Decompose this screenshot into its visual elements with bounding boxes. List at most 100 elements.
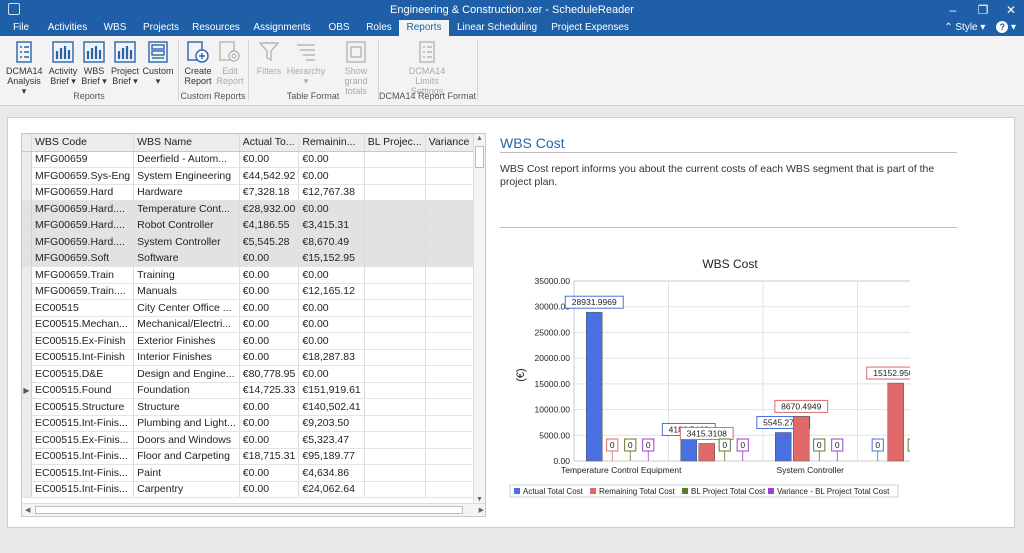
row-selector[interactable] (22, 332, 32, 350)
vertical-scrollbar[interactable]: ▲ ▼ (473, 134, 485, 504)
row-selector[interactable] (22, 266, 32, 284)
table-row[interactable]: MFG00659.Train.... Manuals €0.00 €12,165.12 (22, 283, 485, 300)
menu-tab-roles[interactable]: Roles (359, 20, 399, 36)
horizontal-scrollbar[interactable]: ◀ ▶ (22, 503, 485, 516)
table-row[interactable]: EC00515.Int-Finish Interior Finishes €0.00… (22, 349, 485, 366)
row-selector[interactable] (22, 167, 32, 185)
table-row[interactable]: MFG00659 Deerfield - Autom... €0.00 €0.00 (22, 151, 485, 168)
menu-tab-activities[interactable]: Activities (40, 20, 95, 36)
table-cell: €8,670.49 (298, 233, 365, 251)
table-row[interactable]: MFG00659.Hard.... Robot Controller €4,186.… (22, 217, 485, 234)
close-icon[interactable]: ✕ (998, 2, 1024, 18)
row-selector[interactable] (22, 398, 32, 416)
table-cell: €15,152.95 (298, 250, 365, 267)
table-row[interactable]: MFG00659.Train Training €0.00 €0.00 (22, 266, 485, 284)
table-cell: €0.00 (239, 151, 300, 168)
menu-tab-projects[interactable]: Projects (135, 20, 187, 36)
table-row[interactable]: MFG00659.Sys-Eng System Engineering €44,54… (22, 167, 485, 185)
row-selector[interactable] (22, 349, 32, 366)
ribbon-button-hierarchy[interactable]: Hierarchy ▾ (284, 40, 328, 86)
column-header[interactable]: Actual To... (239, 134, 300, 152)
row-selector[interactable] (22, 233, 32, 251)
style-menu[interactable]: ⌃ Style ▾ ? ▾ (944, 21, 1016, 33)
ribbon-button-dcma14-limits-settings[interactable]: DCMA14 Limits Settings (398, 40, 456, 96)
table-cell (364, 332, 426, 350)
table-row[interactable]: ▶ EC00515.Found Foundation €14,725.33 €151,9… (22, 382, 485, 399)
menu-tab-project-expenses[interactable]: Project Expenses (545, 20, 635, 36)
scroll-left-icon[interactable]: ◀ (25, 506, 30, 514)
menu-tab-linear-scheduling[interactable]: Linear Scheduling (449, 20, 545, 36)
menu-tab-resources[interactable]: Resources (187, 20, 245, 36)
ribbon-button-activity-brief[interactable]: Activity Brief ▾ (48, 40, 78, 86)
row-selector[interactable] (22, 250, 32, 267)
minimize-icon[interactable]: – (940, 2, 966, 18)
table-cell: €28,932.00 (239, 200, 300, 218)
horizontal-scroll-thumb[interactable] (35, 506, 463, 514)
menu-tab-file[interactable]: File (2, 20, 40, 36)
menu-tab-obs[interactable]: OBS (319, 20, 359, 36)
ribbon-button-dcma14-analysis[interactable]: DCMA14 Analysis ▾ (6, 40, 43, 96)
ribbon-button-wbs-brief[interactable]: WBS Brief ▾ (80, 40, 108, 86)
row-selector[interactable] (22, 316, 32, 333)
scroll-right-icon[interactable]: ▶ (479, 506, 484, 514)
table-cell: Temperature Cont... (133, 200, 240, 218)
table-row[interactable]: EC00515.Int-Finis... Floor and Carpeting €… (22, 448, 485, 465)
ribbon-options-icon[interactable]: ▾ (1011, 22, 1016, 33)
menu-tab-assignments[interactable]: Assignments (245, 20, 319, 36)
column-header[interactable]: BL Projec... (364, 134, 426, 152)
table-row[interactable]: MFG00659.Soft Software €0.00 €15,152.95 (22, 250, 485, 267)
table-row[interactable]: EC00515.Int-Finis... Paint €0.00 €4,634.86 (22, 464, 485, 482)
maximize-icon[interactable]: ❐ (970, 2, 996, 18)
current-row-indicator-icon[interactable]: ▶ (22, 382, 32, 399)
bar-chart-icon (83, 41, 105, 63)
row-selector[interactable] (22, 365, 32, 383)
ribbon-button-label: ▾ (155, 76, 161, 86)
row-selector[interactable] (22, 151, 32, 168)
table-cell (364, 464, 426, 482)
table-row[interactable]: MFG00659.Hard.... System Controller €5,545… (22, 233, 485, 251)
row-selector[interactable] (22, 464, 32, 482)
table-row[interactable]: EC00515.Int-Finis... Plumbing and Light..… (22, 415, 485, 432)
ribbon-button-create-report[interactable]: Create Report (183, 40, 213, 86)
ribbon: DCMA14 Analysis ▾ Activity Brief ▾ WBS Brief … (0, 36, 1024, 106)
select-all-cell[interactable] (22, 134, 32, 152)
table-row[interactable]: EC00515 City Center Office ... €0.00 €0.00 (22, 299, 485, 317)
column-header[interactable]: Remainin... (298, 134, 365, 152)
table-cell: Software (133, 250, 240, 267)
row-selector[interactable] (22, 283, 32, 300)
table-cell: City Center Office ... (133, 299, 240, 317)
table-row[interactable]: MFG00659.Hard.... Temperature Cont... €28,… (22, 200, 485, 218)
table-cell: €0.00 (298, 151, 365, 168)
row-selector[interactable] (22, 299, 32, 317)
row-selector[interactable] (22, 481, 32, 498)
table-cell: €18,715.31 (239, 448, 300, 465)
row-selector[interactable] (22, 415, 32, 432)
help-icon[interactable]: ? (996, 21, 1009, 33)
table-row[interactable]: EC00515.Mechan... Mechanical/Electri... €0… (22, 316, 485, 333)
table-row[interactable]: EC00515.Int-Finis... Carpentry €0.00 €24,06… (22, 481, 485, 498)
report-title: WBS Cost (500, 135, 565, 151)
table-row[interactable]: EC00515.Ex-Finis... Doors and Windows €0.0… (22, 431, 485, 449)
menu-tab-reports[interactable]: Reports (399, 20, 449, 36)
table-row[interactable]: EC00515.D&E Design and Engine... €80,778.9… (22, 365, 485, 383)
row-selector[interactable] (22, 200, 32, 218)
vertical-scroll-thumb[interactable] (475, 146, 484, 168)
ribbon-button-custom[interactable]: Custom ▾ (142, 40, 174, 86)
scroll-down-icon[interactable]: ▼ (476, 496, 483, 503)
row-selector[interactable] (22, 184, 32, 201)
column-header[interactable]: WBS Name (133, 134, 240, 152)
row-selector[interactable] (22, 431, 32, 449)
ribbon-button-edit-report[interactable]: Edit Report (215, 40, 245, 86)
ribbon-button-filters[interactable]: Filters (255, 40, 283, 76)
plot-area (573, 280, 910, 462)
scroll-up-icon[interactable]: ▲ (476, 135, 483, 142)
table-row[interactable]: EC00515.Ex-Finish Exterior Finishes €0.00 €… (22, 332, 485, 350)
row-selector[interactable] (22, 217, 32, 234)
table-row[interactable]: MFG00659.Hard Hardware €7,328.18 €12,767.38 (22, 184, 485, 201)
column-header[interactable]: WBS Code (31, 134, 135, 152)
menu-tab-wbs[interactable]: WBS (95, 20, 135, 36)
row-selector[interactable] (22, 448, 32, 465)
table-row[interactable]: EC00515.Structure Structure €0.00 €140,502.… (22, 398, 485, 416)
ribbon-button-show-grand-totals[interactable]: Show grand totals (334, 40, 378, 96)
ribbon-button-project-brief[interactable]: Project Brief ▾ (110, 40, 140, 86)
